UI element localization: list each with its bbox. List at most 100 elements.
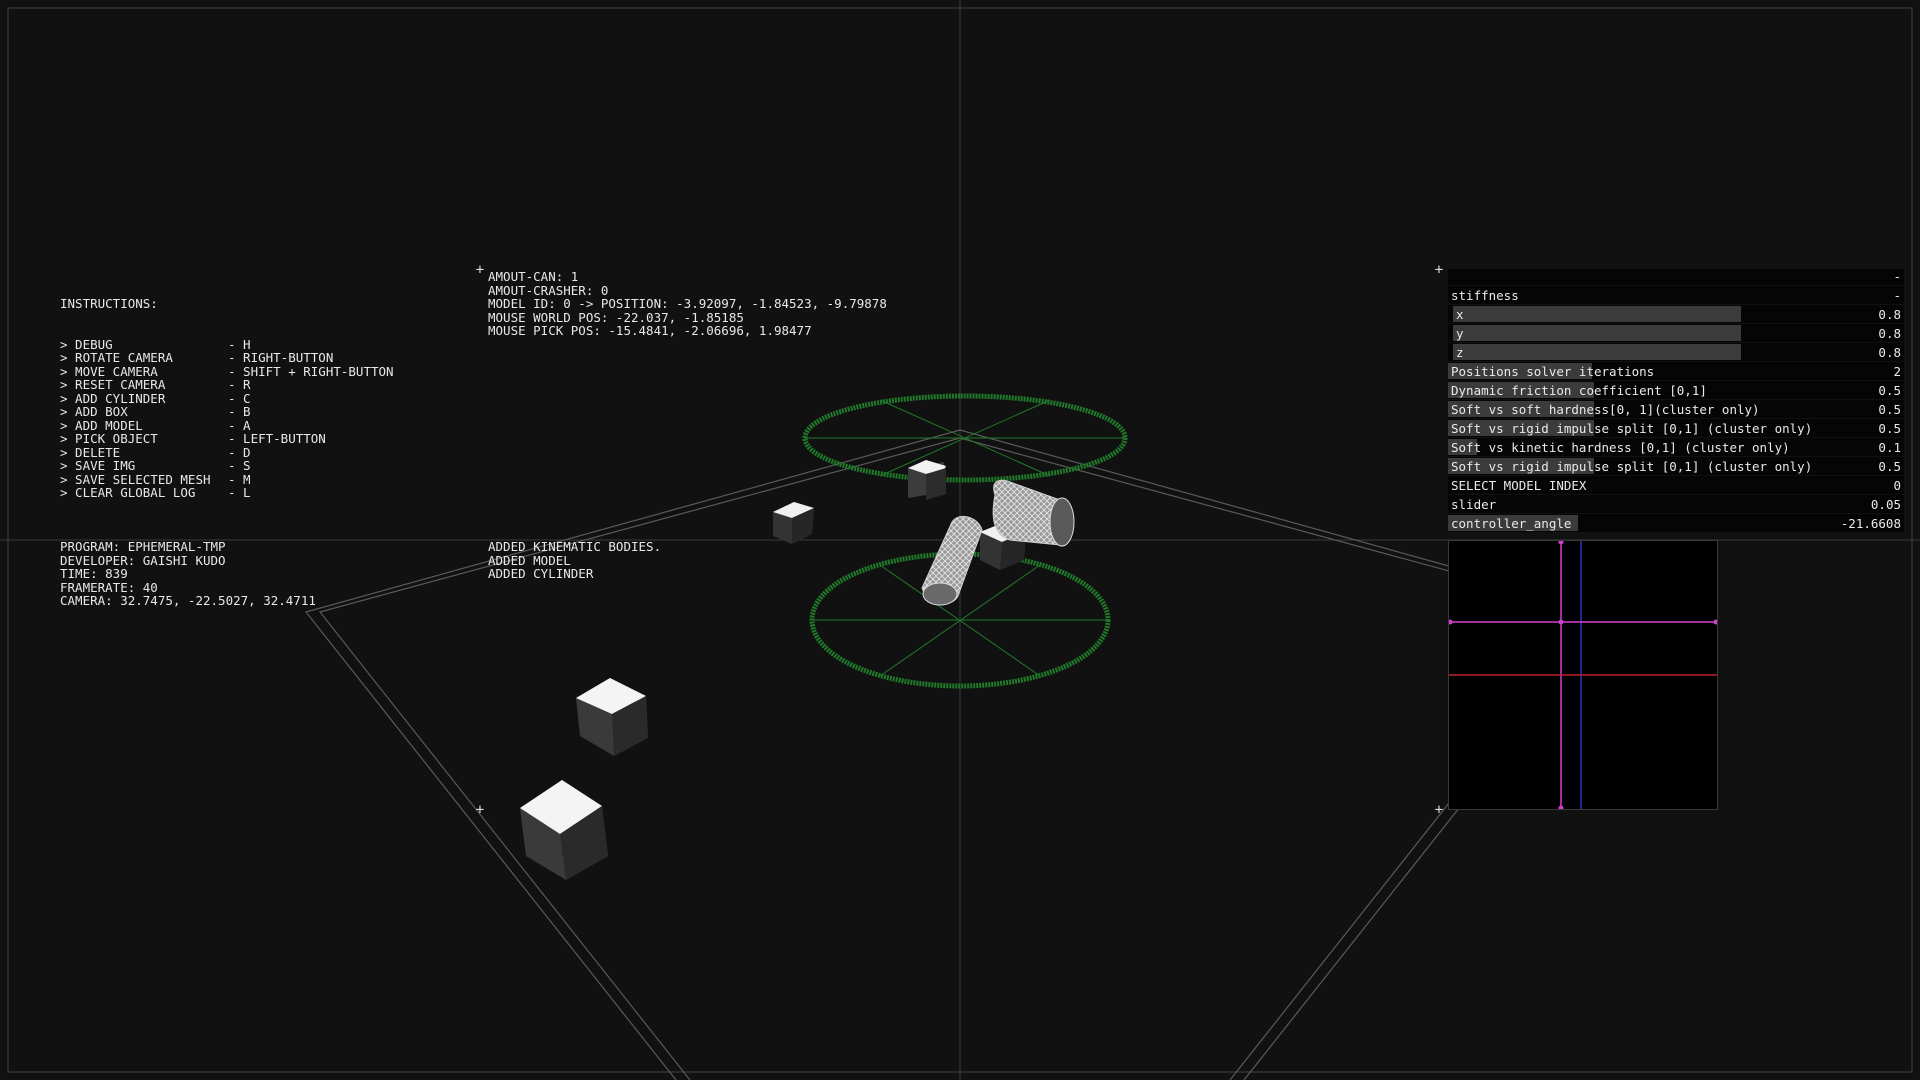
- marker-top-right: +: [1434, 262, 1444, 278]
- instruction-key: - SHIFT + RIGHT-BUTTON: [228, 363, 394, 379]
- slider-fill: [1453, 325, 1741, 341]
- instruction-key: - B: [228, 404, 251, 419]
- slider-label: Soft vs kinetic hardness [0,1] (cluster …: [1451, 440, 1790, 455]
- program-info-line: TIME: 839: [60, 566, 128, 581]
- stiffness-group-label: stiffness: [1451, 288, 1519, 303]
- panel-slider-row[interactable]: x 0.8: [1448, 305, 1904, 323]
- panel-slider-row[interactable]: y 0.8: [1448, 324, 1904, 342]
- slider-label: Soft vs soft hardness[0, 1](cluster only…: [1451, 402, 1760, 417]
- slider-value: 0: [1893, 478, 1901, 493]
- marker-top-left: +: [475, 262, 485, 278]
- box-object-1[interactable]: [908, 460, 946, 500]
- instruction-key: - RIGHT-BUTTON: [228, 350, 334, 365]
- slider-value: 0.8: [1878, 345, 1901, 360]
- instruction-item: > SAVE SELECTED MESH - M: [60, 472, 251, 487]
- pad-handle-top[interactable]: [1558, 539, 1564, 545]
- slider-value: 0.1: [1878, 440, 1901, 455]
- instructions-title: INSTRUCTIONS:: [60, 296, 158, 311]
- controller-pad-graph: [1447, 539, 1719, 811]
- instruction-key: - H: [228, 336, 251, 352]
- slider-fill: [1453, 306, 1741, 322]
- slider-label: Soft vs rigid impulse split [0,1] (clust…: [1451, 459, 1813, 474]
- program-info: PROGRAM: EPHEMERAL-TMP DEVELOPER: GAISHI …: [60, 540, 316, 608]
- instruction-item: > DELETE - D: [60, 445, 251, 460]
- instructions-list: > DEBUG - H > ROTATE CAMERA - RIGHT-BUTTON >…: [60, 337, 394, 500]
- stiffness-group[interactable]: stiffness -: [1448, 286, 1904, 304]
- slider-fill: [1453, 344, 1741, 360]
- slider-value: -21.6608: [1840, 516, 1901, 531]
- instruction-key: - S: [228, 458, 251, 473]
- instruction-item: > MOVE CAMERA - SHIFT + RIGHT-BUTTON: [60, 364, 394, 379]
- marker-bottom-right: +: [1434, 802, 1444, 818]
- status-line: MOUSE PICK POS: -15.4841, -2.06696, 1.98…: [488, 323, 812, 338]
- instruction-item: > ROTATE CAMERA - RIGHT-BUTTON: [60, 351, 333, 365]
- box-object-2[interactable]: [773, 502, 814, 544]
- slider-label: slider: [1451, 497, 1497, 512]
- slider-label: Dynamic friction coefficient [0,1]: [1451, 383, 1707, 398]
- panel-slider-row[interactable]: z 0.8: [1448, 343, 1904, 361]
- instruction-key: - LEFT-BUTTON: [228, 431, 326, 446]
- pad-handle-left[interactable]: [1447, 619, 1453, 625]
- slider-value: 0.05: [1870, 497, 1901, 512]
- instruction-key: - C: [228, 390, 251, 406]
- panel-rows: x 0.8 y 0.8 z 0.8 Positions solver iterations 2…: [1448, 305, 1904, 532]
- box-object-5[interactable]: [520, 780, 608, 880]
- instruction-item: > ADD MODEL - A: [60, 418, 251, 433]
- status-line: AMOUT-CAN: 1: [488, 269, 579, 284]
- log-line: ADDED CYLINDER: [488, 566, 594, 581]
- log-line: ADDED KINEMATIC BODIES.: [488, 539, 662, 554]
- slider-value: 2: [1893, 364, 1901, 379]
- instruction-item: > CLEAR GLOBAL LOG - L: [60, 485, 251, 500]
- status-line: MODEL ID: 0 -> POSITION: -3.92097, -1.84…: [488, 296, 887, 311]
- slider-label: controller_angle: [1451, 516, 1572, 531]
- pad-handle-bottom[interactable]: [1558, 805, 1564, 811]
- marker-bottom-left: +: [475, 802, 485, 818]
- slider-label: x: [1456, 307, 1464, 322]
- instruction-key: - R: [228, 377, 251, 392]
- slider-label: SELECT MODEL INDEX: [1451, 478, 1587, 493]
- slider-label: Soft vs rigid impulse split [0,1] (clust…: [1451, 421, 1813, 436]
- cylinder-object[interactable]: [921, 515, 983, 606]
- instruction-item: > SAVE IMG - S: [60, 459, 251, 473]
- model-mesh[interactable]: [992, 479, 1075, 547]
- upper-ring-gizmo: [802, 393, 1128, 483]
- slider-value: 0.5: [1878, 383, 1901, 398]
- instructions-block: INSTRUCTIONS: > DEBUG - H > ROTATE CAMERA -…: [60, 270, 394, 513]
- controller-pad[interactable]: [1447, 539, 1719, 811]
- status-line: AMOUT-CRASHER: 0: [488, 282, 609, 298]
- program-info-line: CAMERA: 32.7475, -22.5027, 32.4711: [60, 593, 316, 608]
- box-object-4[interactable]: [576, 678, 648, 756]
- panel-slider-row[interactable]: Dynamic friction coefficient [0,1] 0.5: [1448, 381, 1904, 399]
- program-info-line: DEVELOPER: GAISHI KUDO: [60, 552, 226, 568]
- stiffness-group-toggle[interactable]: -: [1893, 288, 1901, 303]
- pad-handle-right[interactable]: [1713, 619, 1719, 625]
- slider-value: 0.8: [1878, 307, 1901, 322]
- panel-slider-row[interactable]: Soft vs soft hardness[0, 1](cluster only…: [1448, 400, 1904, 418]
- panel-slider-row[interactable]: controller_angle -21.6608: [1448, 514, 1904, 532]
- panel-slider-row[interactable]: Soft vs rigid impulse split [0,1] (clust…: [1448, 419, 1904, 437]
- instruction-action: > CLEAR GLOBAL LOG: [60, 485, 196, 500]
- panel-header[interactable]: -: [1448, 269, 1904, 285]
- pad-handle-center[interactable]: [1558, 619, 1564, 625]
- global-log: ADDED KINEMATIC BODIES. ADDED MODEL ADDED …: [488, 540, 661, 581]
- instruction-item: > ADD CYLINDER - C: [60, 391, 251, 406]
- control-panel: - stiffness - x 0.8 y 0.8 z 0.8 Positions solv…: [1448, 269, 1904, 533]
- status-readout: AMOUT-CAN: 1 AMOUT-CRASHER: 0 MODEL ID: 0 …: [488, 270, 887, 338]
- panel-slider-row[interactable]: Soft vs rigid impulse split [0,1] (clust…: [1448, 457, 1904, 475]
- log-line: ADDED MODEL: [488, 552, 571, 568]
- slider-label: z: [1456, 345, 1464, 360]
- slider-value: 0.5: [1878, 459, 1901, 474]
- panel-slider-row[interactable]: Soft vs kinetic hardness [0,1] (cluster …: [1448, 438, 1904, 456]
- instruction-item: > PICK OBJECT - LEFT-BUTTON: [60, 432, 326, 446]
- slider-value: 0.5: [1878, 402, 1901, 417]
- instruction-item: > DEBUG - H: [60, 337, 251, 352]
- panel-slider-row[interactable]: SELECT MODEL INDEX 0: [1448, 476, 1904, 494]
- instruction-item: > RESET CAMERA - R: [60, 378, 251, 392]
- panel-slider-row[interactable]: slider 0.05: [1448, 495, 1904, 513]
- slider-label: y: [1456, 326, 1464, 341]
- panel-collapse-button[interactable]: -: [1893, 269, 1901, 284]
- panel-slider-row[interactable]: Positions solver iterations 2: [1448, 362, 1904, 380]
- slider-value: 0.8: [1878, 326, 1901, 341]
- instruction-key: - A: [228, 417, 251, 433]
- instruction-key: - L: [228, 485, 251, 500]
